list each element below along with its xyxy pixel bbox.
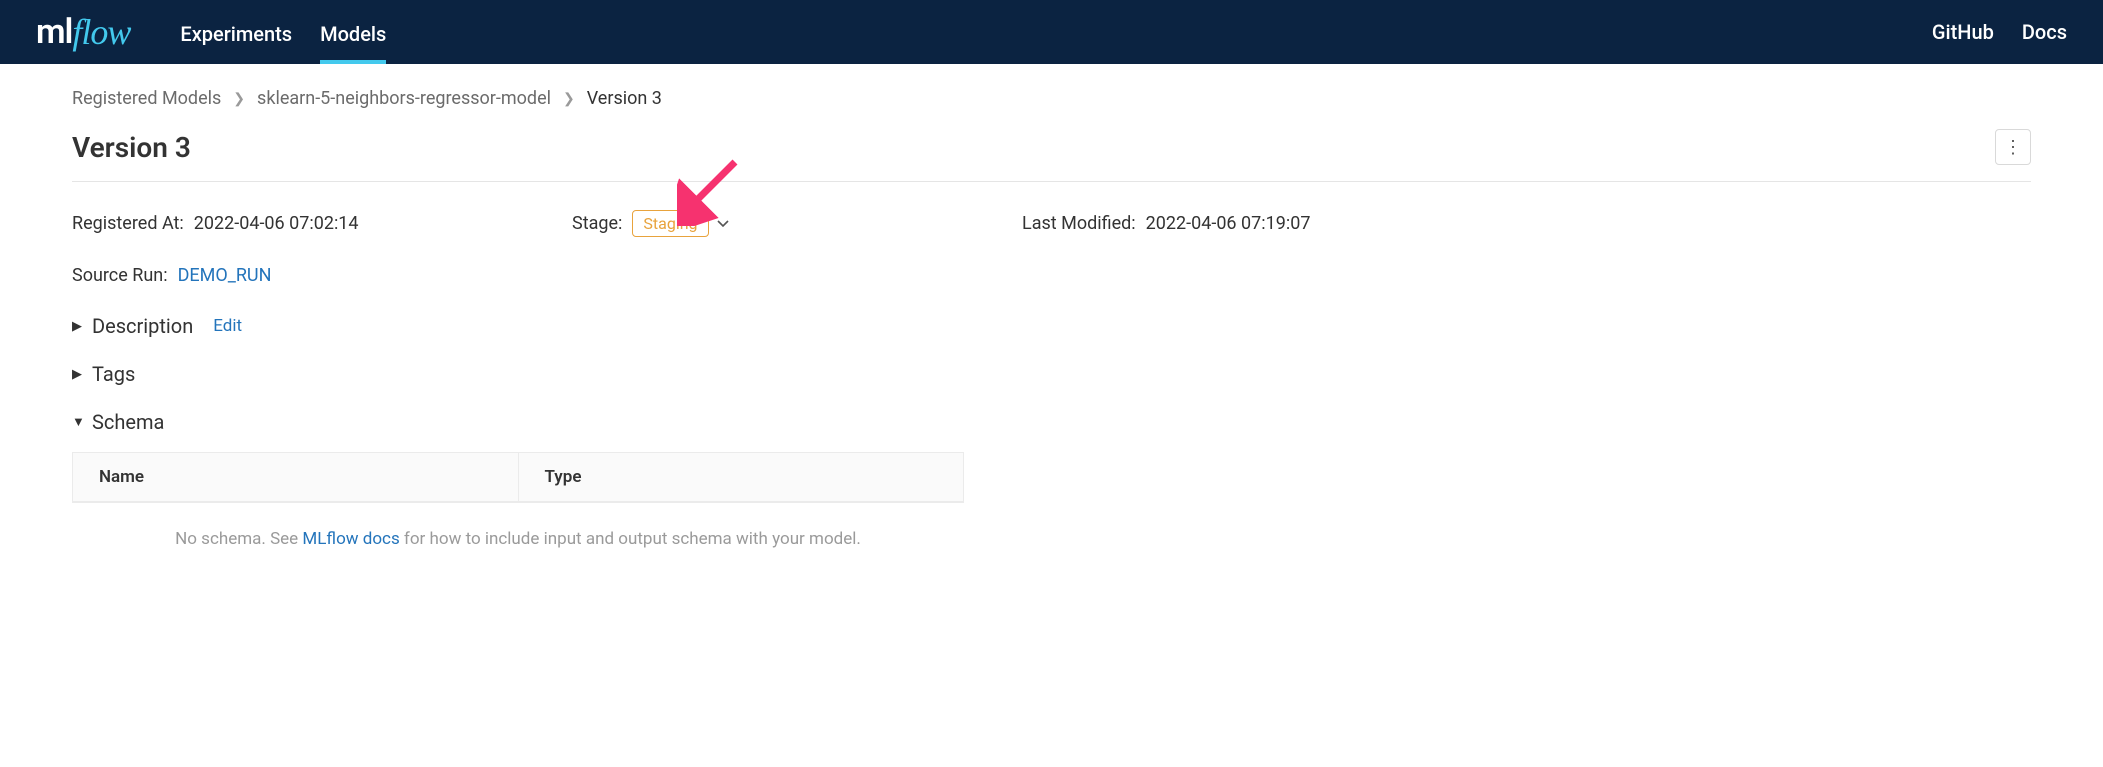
nav-docs[interactable]: Docs	[2022, 20, 2067, 44]
description-section: ▶ Description Edit	[72, 314, 2031, 338]
more-vertical-icon: ⋮	[2004, 137, 2022, 158]
schema-col-type: Type	[519, 453, 964, 501]
logo-text-ml: ml	[36, 12, 72, 52]
nav-models[interactable]: Models	[320, 4, 386, 60]
source-run-label: Source Run:	[72, 265, 168, 286]
schema-table: Name Type	[72, 452, 964, 503]
schema-section: ▼ Schema Name Type No schema. See MLflow…	[72, 410, 2031, 559]
logo-text-flow: flow	[72, 11, 130, 53]
main-nav: Experiments Models	[180, 4, 414, 60]
stage-badge[interactable]: Staging	[632, 210, 708, 237]
schema-empty-prefix: No schema. See	[175, 529, 302, 549]
nav-right: GitHub Docs	[1904, 20, 2067, 44]
page-content: Registered Models ❯ sklearn-5-neighbors-…	[0, 64, 2103, 583]
last-modified-block: Last Modified: 2022-04-06 07:19:07	[1022, 210, 1310, 237]
top-nav: mlflow Experiments Models GitHub Docs	[0, 0, 2103, 64]
tags-header[interactable]: ▶ Tags	[72, 362, 2031, 386]
edit-description-link[interactable]: Edit	[213, 316, 242, 336]
breadcrumb-root[interactable]: Registered Models	[72, 88, 221, 109]
last-modified-value: 2022-04-06 07:19:07	[1146, 213, 1311, 234]
schema-title: Schema	[92, 410, 164, 434]
nav-github[interactable]: GitHub	[1932, 20, 1994, 44]
source-run-block: Source Run: DEMO_RUN	[72, 265, 271, 286]
chevron-down-icon[interactable]	[717, 217, 729, 231]
caret-down-icon: ▼	[72, 414, 92, 430]
breadcrumb: Registered Models ❯ sklearn-5-neighbors-…	[72, 88, 2031, 109]
description-header[interactable]: ▶ Description Edit	[72, 314, 2031, 338]
last-modified-label: Last Modified:	[1022, 213, 1136, 234]
chevron-right-icon: ❯	[563, 91, 575, 107]
title-row: Version 3 ⋮	[72, 129, 2031, 165]
registered-at-value: 2022-04-06 07:02:14	[194, 213, 359, 234]
tags-section: ▶ Tags	[72, 362, 2031, 386]
mlflow-logo[interactable]: mlflow	[36, 11, 130, 53]
chevron-right-icon: ❯	[233, 91, 245, 107]
stage-label: Stage:	[572, 213, 622, 234]
tags-title: Tags	[92, 362, 135, 386]
caret-right-icon: ▶	[72, 319, 92, 334]
stage-block: Stage: Staging	[572, 210, 1022, 237]
schema-empty-suffix: for how to include input and output sche…	[400, 529, 861, 549]
schema-header[interactable]: ▼ Schema	[72, 410, 2031, 434]
breadcrumb-current: Version 3	[587, 88, 662, 109]
meta-row-1: Registered At: 2022-04-06 07:02:14 Stage…	[72, 210, 2031, 237]
breadcrumb-model[interactable]: sklearn-5-neighbors-regressor-model	[257, 88, 551, 109]
description-title: Description	[92, 314, 193, 338]
nav-experiments[interactable]: Experiments	[180, 4, 292, 60]
schema-empty-message: No schema. See MLflow docs for how to in…	[72, 519, 964, 559]
caret-right-icon: ▶	[72, 367, 92, 382]
more-actions-button[interactable]: ⋮	[1995, 129, 2031, 165]
schema-docs-link[interactable]: MLflow docs	[302, 529, 399, 549]
registered-at-block: Registered At: 2022-04-06 07:02:14	[72, 210, 572, 237]
meta-row-2: Source Run: DEMO_RUN	[72, 265, 2031, 286]
schema-table-head: Name Type	[73, 453, 963, 502]
nav-left: mlflow Experiments Models	[36, 4, 414, 60]
divider	[72, 181, 2031, 182]
schema-col-name: Name	[73, 453, 519, 501]
registered-at-label: Registered At:	[72, 213, 184, 234]
source-run-link[interactable]: DEMO_RUN	[178, 265, 272, 286]
page-title: Version 3	[72, 131, 191, 164]
